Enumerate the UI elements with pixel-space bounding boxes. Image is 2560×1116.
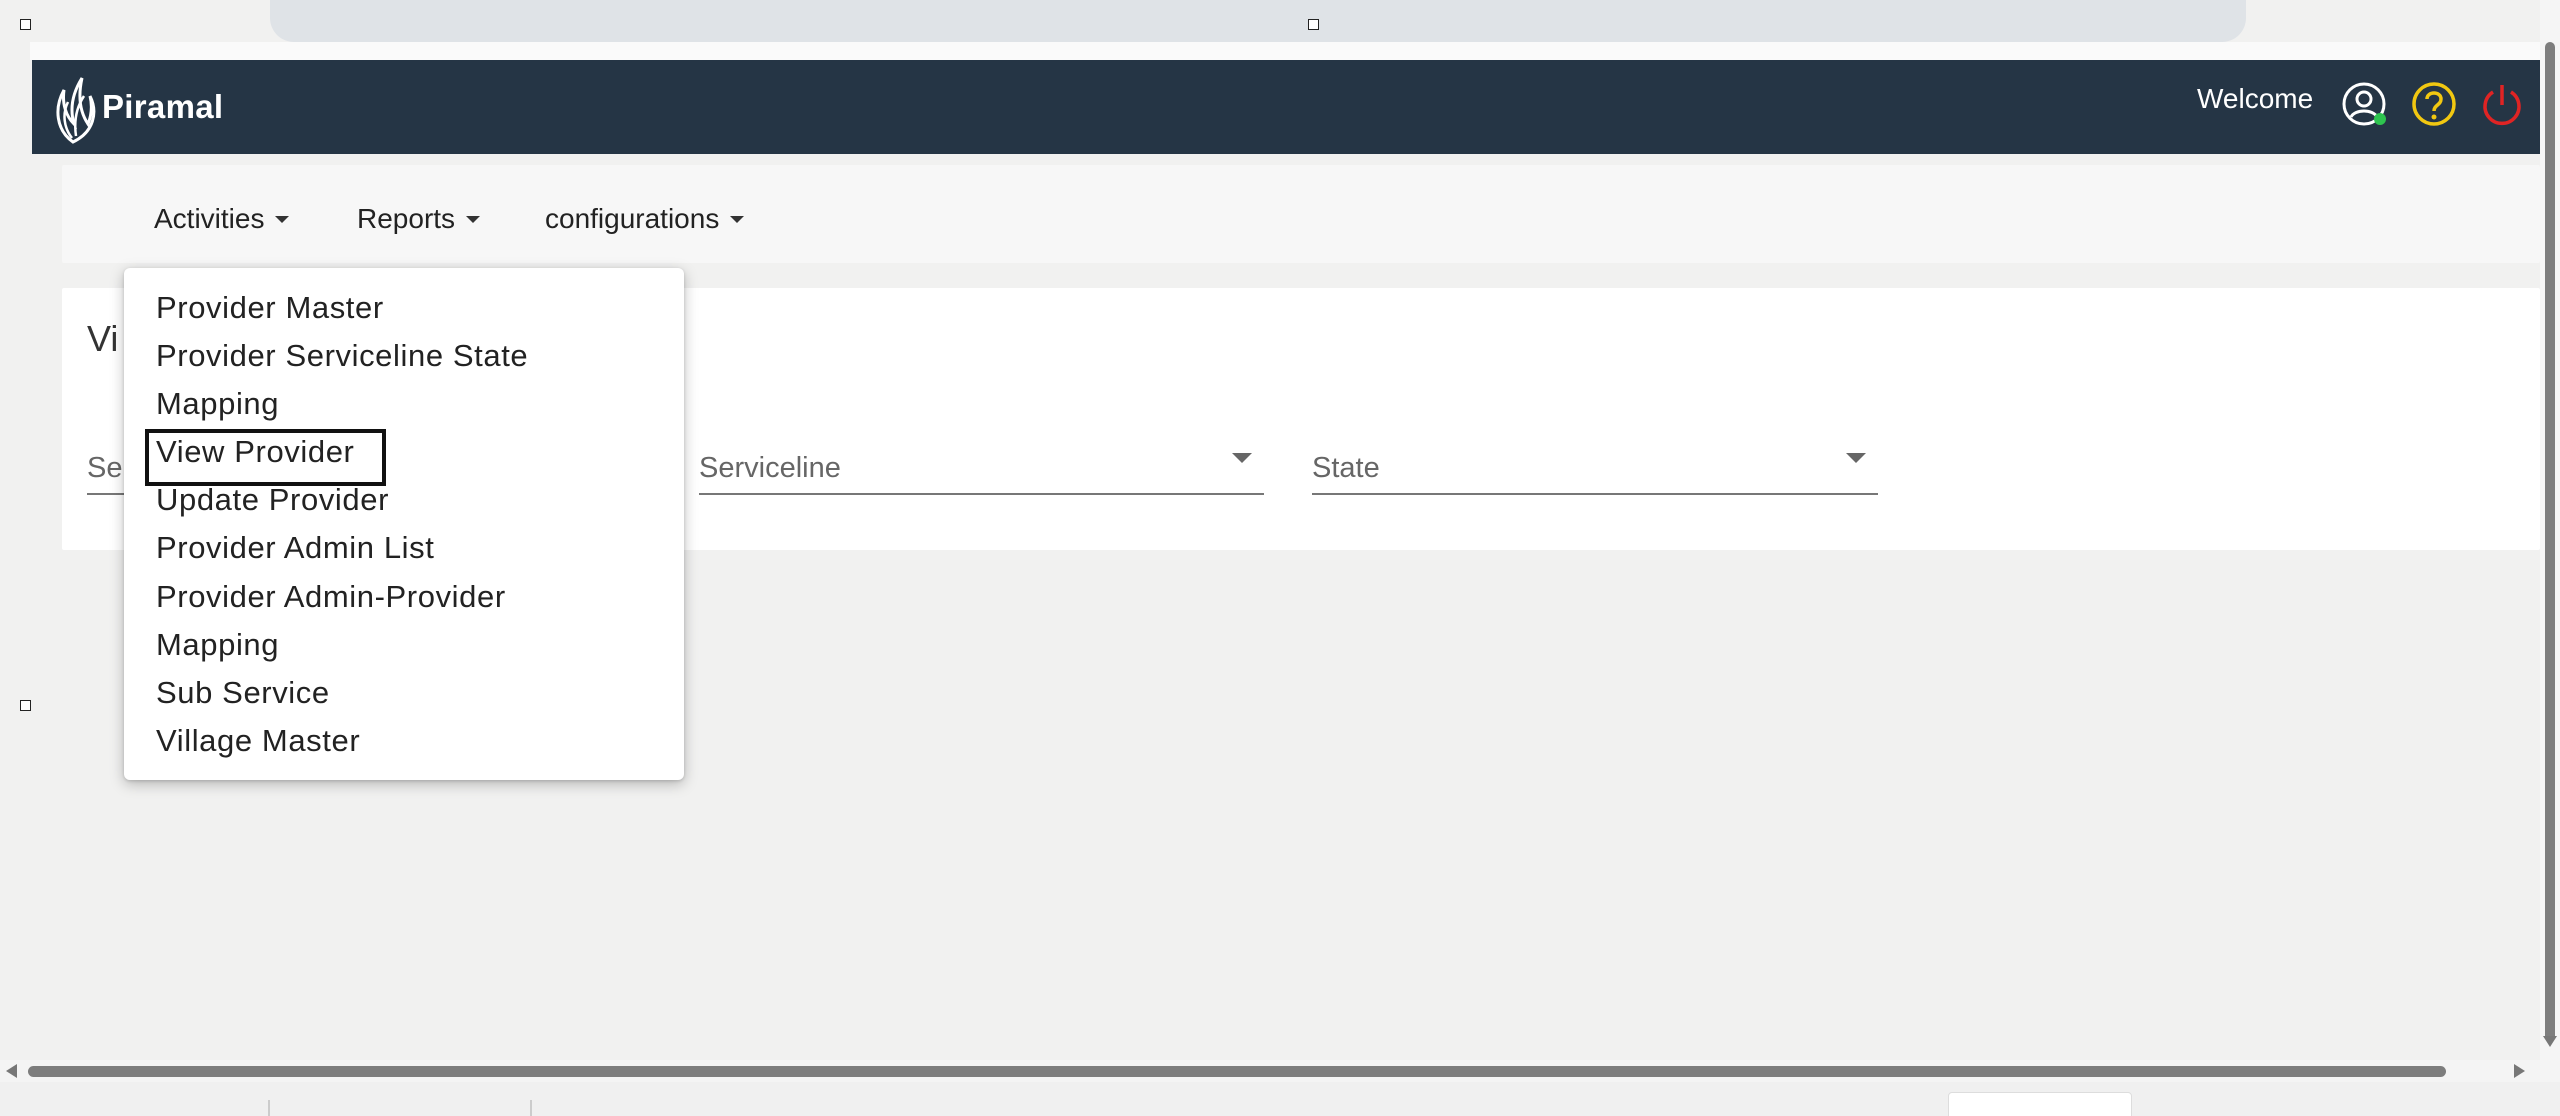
menu-reports[interactable]: Reports (357, 203, 481, 235)
status-divider (530, 1100, 532, 1116)
caret-down-icon (466, 215, 481, 223)
user-profile-icon[interactable] (2340, 80, 2390, 130)
menu-configurations-label: configurations (545, 203, 720, 234)
scroll-down-arrow-icon[interactable] (2543, 1036, 2557, 1047)
serviceline-select[interactable]: Serviceline (699, 443, 1264, 495)
help-icon[interactable] (2410, 80, 2460, 130)
welcome-text: Welcome (2197, 83, 2314, 114)
menu-activities-label: Activities (154, 203, 265, 234)
page-title: Vi (87, 318, 119, 359)
browser-address-strip (270, 0, 2246, 42)
scroll-left-arrow-icon[interactable] (6, 1064, 17, 1078)
main-menubar: Activities Reports configurations (62, 165, 2540, 263)
dropdown-item-update-provider[interactable]: Update Provider (156, 480, 389, 520)
dropdown-item-provider-serviceline-state-cont[interactable]: Mapping (156, 384, 279, 424)
dropdown-arrow-icon (1846, 453, 1866, 463)
power-icon[interactable] (2478, 80, 2528, 130)
serviceline-label: Serviceline (699, 452, 841, 484)
resize-handle-middle-left[interactable] (20, 700, 31, 711)
activities-dropdown-menu: Provider Master Provider Serviceline Sta… (124, 268, 684, 780)
zoom-level-box[interactable] (1948, 1092, 2132, 1116)
status-divider (268, 1100, 270, 1116)
vertical-scrollbar[interactable] (2540, 0, 2560, 1060)
logo-text: Piramal (102, 88, 224, 125)
menu-activities[interactable]: Activities (154, 203, 290, 235)
resize-handle-top-center[interactable] (1308, 19, 1319, 30)
dropdown-arrow-icon (1232, 453, 1252, 463)
dropdown-item-village-master[interactable]: Village Master (156, 721, 360, 761)
menu-reports-label: Reports (357, 203, 456, 234)
resize-handle-top-left[interactable] (20, 19, 31, 30)
piramal-logo[interactable]: Piramal (50, 66, 223, 148)
browser-gap (30, 42, 2540, 60)
dropdown-item-provider-master[interactable]: Provider Master (156, 288, 384, 328)
status-bar (0, 1082, 2560, 1116)
piramal-flame-icon (56, 77, 96, 144)
dropdown-item-provider-admin-provider[interactable]: Provider Admin-Provider (156, 577, 506, 617)
dropdown-item-provider-admin-provider-cont[interactable]: Mapping (156, 625, 279, 665)
state-label: State (1312, 452, 1380, 484)
state-select[interactable]: State (1312, 443, 1878, 495)
caret-down-icon (730, 215, 745, 223)
dropdown-item-provider-serviceline-state[interactable]: Provider Serviceline State (156, 336, 528, 376)
search-field-label: Se (87, 452, 123, 484)
highlight-box-view-provider (145, 429, 386, 486)
dropdown-item-sub-service[interactable]: Sub Service (156, 673, 330, 713)
vertical-scroll-thumb[interactable] (2545, 42, 2555, 1042)
horizontal-scrollbar[interactable] (0, 1060, 2560, 1082)
app-header: Piramal Welcome (32, 60, 2540, 154)
scroll-right-arrow-icon[interactable] (2514, 1064, 2525, 1078)
horizontal-scroll-thumb[interactable] (28, 1066, 2446, 1077)
menu-configurations[interactable]: configurations (545, 203, 745, 235)
dropdown-item-provider-admin-list[interactable]: Provider Admin List (156, 528, 434, 568)
caret-down-icon (275, 215, 290, 223)
